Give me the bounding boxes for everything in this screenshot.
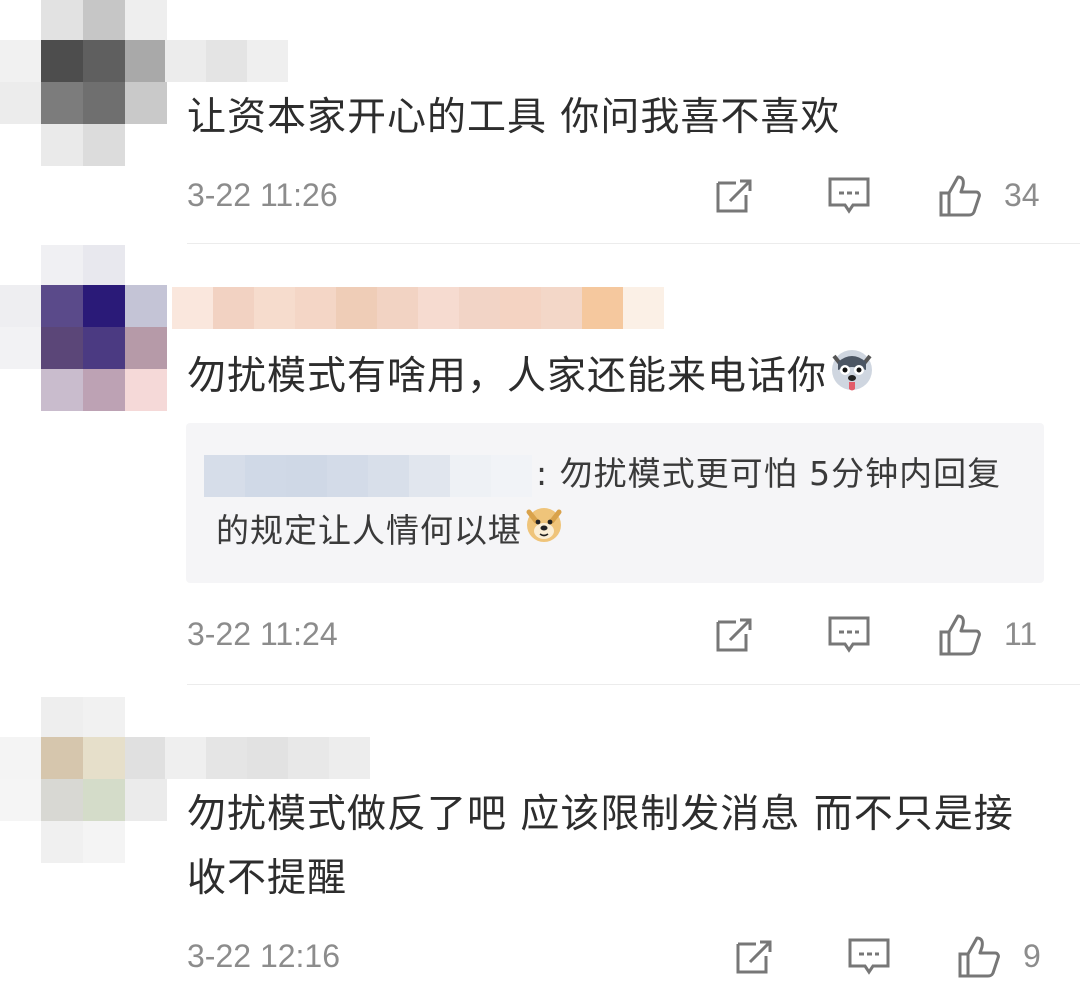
username-blurred[interactable] <box>165 737 370 779</box>
like-icon[interactable] <box>938 612 984 658</box>
like-count: 34 <box>1004 177 1040 213</box>
comment-item: 让资本家开心的工具 你问我喜不喜欢 3-22 11:26 34 <box>0 0 1080 245</box>
comment-text: 勿扰模式做反了吧 应该限制发消息 而不只是接收不提醒 <box>187 792 1014 901</box>
avatar[interactable] <box>0 697 170 867</box>
comment-item: 勿扰模式有啥用，人家还能来电话你 : 勿扰模式更可怕 5分钟内回复的规定让人情何… <box>0 245 1080 685</box>
quoted-username-blurred[interactable] <box>204 454 532 497</box>
username-blurred[interactable] <box>165 40 288 82</box>
username-blurred[interactable] <box>172 287 664 329</box>
comment-time: 3-22 12:16 <box>187 938 341 974</box>
reply-icon[interactable] <box>826 612 872 658</box>
quote-text: : 勿扰模式更可怕 5分钟内回复的规定让人情何以堪 <box>204 445 1016 561</box>
doge-emoji <box>524 504 564 561</box>
husky-emoji <box>829 346 875 412</box>
divider <box>187 684 1080 685</box>
share-icon[interactable] <box>732 934 778 980</box>
comment-text-content: 勿扰模式有啥用，人家还能来电话你 <box>187 354 828 399</box>
comment-meta: 3-22 11:24 11 <box>187 612 1047 662</box>
comment-text: 让资本家开心的工具 你问我喜不喜欢 <box>187 95 841 140</box>
comment-meta: 3-22 12:16 9 <box>187 934 1047 984</box>
like-icon[interactable] <box>938 173 984 219</box>
avatar[interactable] <box>0 245 170 415</box>
divider <box>187 243 1080 244</box>
share-icon[interactable] <box>712 612 758 658</box>
comment-item: 勿扰模式做反了吧 应该限制发消息 而不只是接收不提醒 3-22 12:16 9 <box>0 697 1080 1008</box>
share-icon[interactable] <box>712 173 758 219</box>
quoted-reply[interactable]: : 勿扰模式更可怕 5分钟内回复的规定让人情何以堪 <box>186 423 1044 583</box>
reply-icon[interactable] <box>846 934 892 980</box>
comment-text: 勿扰模式有啥用，人家还能来电话你 <box>187 345 1047 412</box>
avatar[interactable] <box>0 0 170 170</box>
like-icon[interactable] <box>957 934 1003 980</box>
comment-meta: 3-22 11:26 34 <box>187 173 1047 223</box>
like-count: 11 <box>1004 616 1038 652</box>
comment-time: 3-22 11:24 <box>187 616 338 652</box>
like-count: 9 <box>1023 938 1041 974</box>
comment-time: 3-22 11:26 <box>187 177 338 213</box>
reply-icon[interactable] <box>826 173 872 219</box>
